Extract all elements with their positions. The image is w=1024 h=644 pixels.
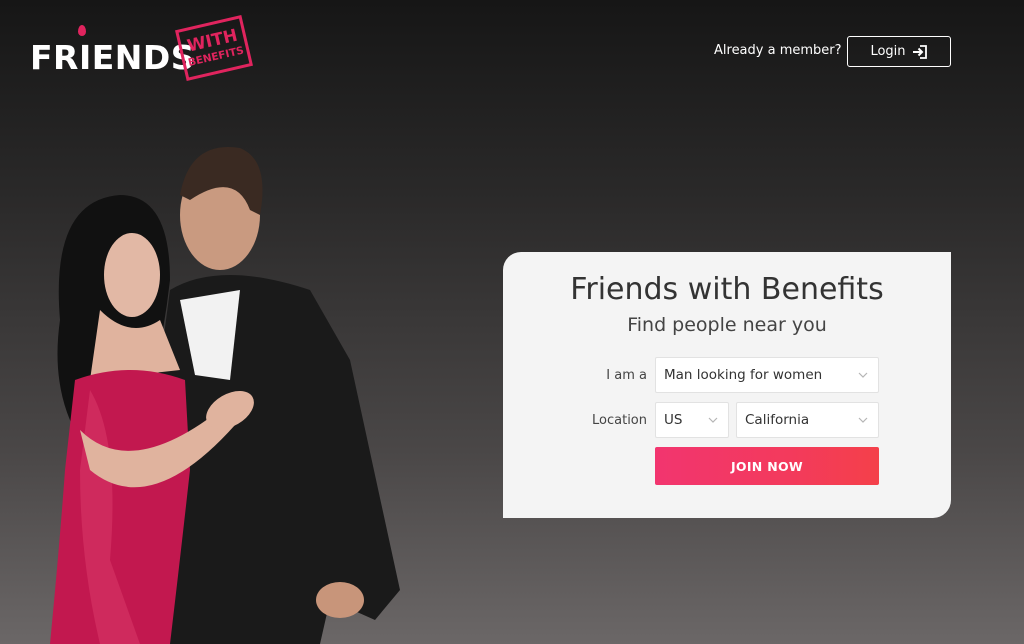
site-logo[interactable]: FRIENDS WITH BENEFITS — [30, 15, 260, 88]
iam-label: I am a — [606, 368, 647, 383]
chevron-down-icon — [708, 417, 718, 423]
signup-subtitle: Find people near you — [627, 314, 827, 336]
chevron-down-icon — [858, 417, 868, 423]
chevron-down-icon — [858, 372, 868, 378]
iam-select-value: Man looking for women — [664, 367, 823, 383]
login-button-label: Login — [870, 44, 906, 59]
couple-photo — [50, 146, 400, 644]
login-icon — [912, 44, 927, 59]
country-select-value: US — [664, 412, 683, 428]
signup-title: Friends with Benefits — [570, 272, 884, 307]
location-label: Location — [592, 413, 647, 428]
member-prompt: Already a member? — [714, 43, 842, 58]
logo-drop-icon — [78, 25, 86, 36]
signup-card: Friends with Benefits Find people near y… — [503, 252, 951, 518]
logo-wordmark: FRIENDS — [30, 38, 196, 77]
iam-select[interactable]: Man looking for women — [655, 357, 879, 393]
join-now-button[interactable]: JOIN NOW — [655, 447, 879, 485]
login-button[interactable]: Login — [847, 36, 951, 67]
region-select-value: California — [745, 412, 810, 428]
logo-stamp: WITH BENEFITS — [175, 15, 253, 81]
join-now-label: JOIN NOW — [730, 458, 804, 474]
region-select[interactable]: California — [736, 402, 879, 438]
country-select[interactable]: US — [655, 402, 729, 438]
